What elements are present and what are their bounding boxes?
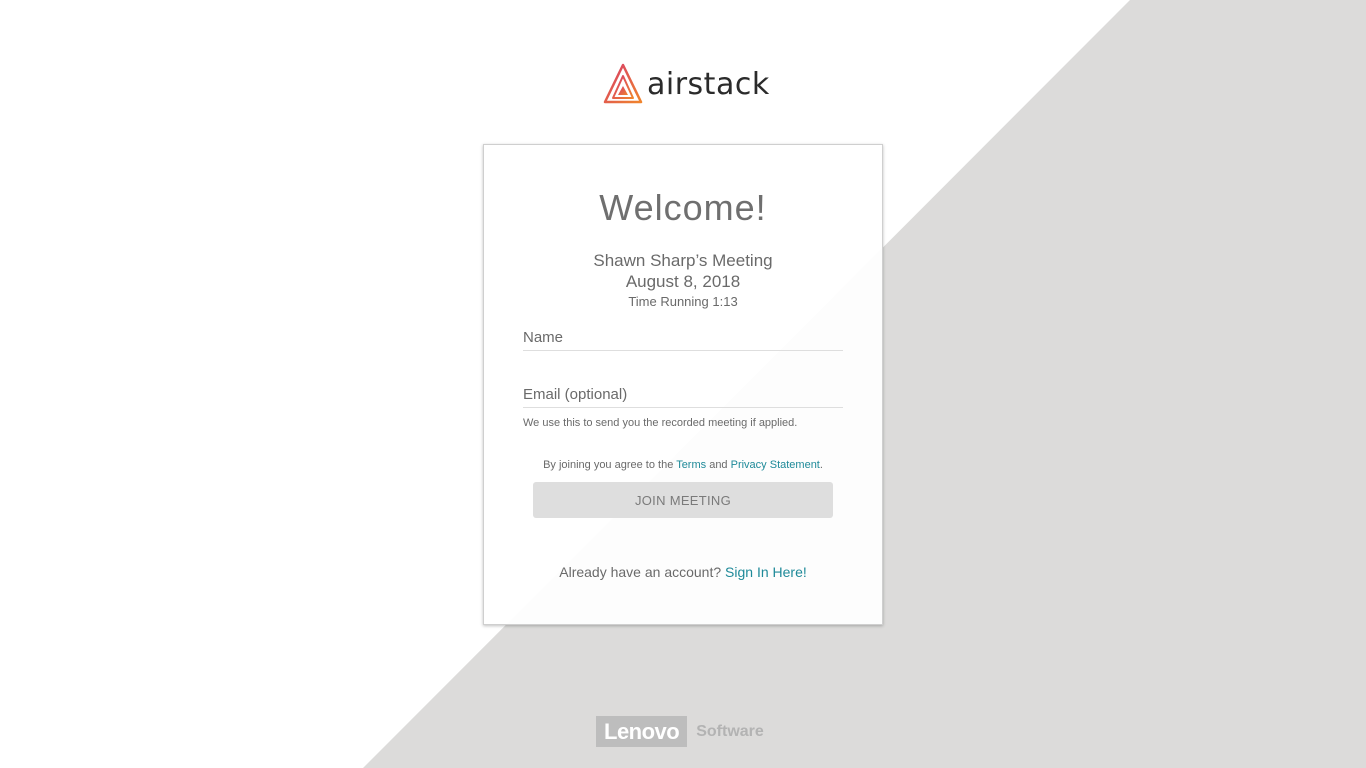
sign-in-link[interactable]: Sign In Here! (725, 564, 807, 580)
terms-prefix: By joining you agree to the (543, 459, 677, 471)
name-input[interactable] (523, 329, 843, 350)
name-field-wrapper (523, 329, 843, 351)
login-page: airstack Welcome! Shawn Sharp’s Meeting … (0, 0, 1366, 768)
footer-logo: Lenovo Software (596, 716, 764, 747)
meeting-name: Shawn Sharp’s Meeting (593, 251, 773, 270)
terms-suffix: . (819, 459, 823, 471)
page-title: Welcome! (599, 187, 767, 228)
software-label: Software (696, 722, 764, 740)
email-field-wrapper (523, 386, 843, 408)
signin-prompt: Already have an account? Sign In Here! (484, 564, 882, 580)
join-card: Welcome! Shawn Sharp’s Meeting August 8,… (483, 144, 883, 625)
privacy-statement-link[interactable]: Privacy Statement (731, 459, 820, 471)
join-meeting-button[interactable]: JOIN MEETING (533, 482, 833, 518)
time-running: Time Running 1:13 (628, 294, 738, 309)
brand-name: airstack (647, 66, 770, 102)
terms-link[interactable]: Terms (676, 459, 706, 471)
email-input[interactable] (523, 386, 843, 407)
email-hint: We use this to send you the recorded mee… (523, 417, 798, 429)
lenovo-logo: Lenovo (596, 716, 688, 747)
airstack-logo-icon (603, 63, 643, 104)
meeting-date: August 8, 2018 (625, 272, 741, 291)
terms-notice: By joining you agree to the Terms and Pr… (484, 459, 882, 471)
brand-logo: airstack (603, 62, 770, 106)
signin-prompt-text: Already have an account? (559, 564, 726, 580)
terms-and: and (706, 459, 731, 471)
